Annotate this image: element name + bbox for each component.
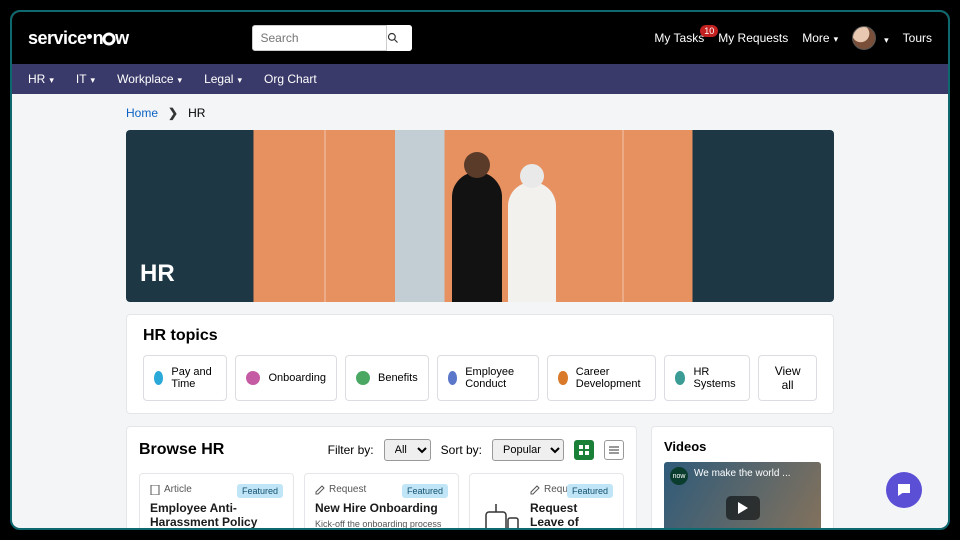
topic-hr-systems[interactable]: HR Systems: [664, 355, 750, 401]
sort-label: Sort by:: [441, 443, 482, 457]
page-title: HR: [140, 260, 175, 288]
topic-pay-and-time[interactable]: Pay and Time: [143, 355, 227, 401]
video-source-icon: now: [670, 467, 688, 485]
topic-employee-conduct[interactable]: Employee Conduct: [437, 355, 539, 401]
list-view-button[interactable]: [604, 440, 624, 460]
chevron-right-icon: ❯: [168, 106, 178, 120]
topics-heading: HR topics: [143, 327, 817, 345]
nav2-legal[interactable]: Legal: [204, 72, 242, 86]
breadcrumb-home[interactable]: Home: [126, 106, 158, 120]
card-request-leave[interactable]: Featured Request Request Leave of Absenc…: [469, 473, 624, 530]
card-title: Request Leave of Absence: [530, 501, 613, 530]
filter-label: Filter by:: [328, 443, 374, 457]
search-submit-button[interactable]: [386, 25, 412, 51]
topic-career-development[interactable]: Career Development: [547, 355, 656, 401]
top-bar: servicenw My Tasks10 My Requests More To…: [12, 12, 948, 64]
play-icon: [726, 496, 760, 520]
grid-view-button[interactable]: [574, 440, 594, 460]
my-requests-link[interactable]: My Requests: [718, 31, 788, 45]
tasks-count-badge: 10: [700, 25, 718, 37]
global-search: [252, 25, 412, 51]
health-icon: [356, 371, 370, 385]
featured-badge: Featured: [567, 484, 613, 498]
clock-icon: [154, 371, 163, 385]
list-icon: [609, 445, 619, 455]
video-title: We make the world ...: [694, 468, 791, 479]
doc-icon: [150, 485, 160, 495]
gear-icon: [675, 371, 685, 385]
nav2-orgchart[interactable]: Org Chart: [264, 72, 317, 86]
nav2-workplace[interactable]: Workplace: [117, 72, 182, 86]
grid-icon: [579, 445, 589, 455]
nav2-it[interactable]: IT: [76, 72, 95, 86]
chat-fab[interactable]: [886, 472, 922, 508]
browse-heading: Browse HR: [139, 441, 224, 459]
featured-badge: Featured: [237, 484, 283, 498]
chat-icon: [895, 481, 913, 499]
growth-icon: [558, 371, 568, 385]
luggage-icon: [480, 500, 520, 530]
topic-benefits[interactable]: Benefits: [345, 355, 429, 401]
search-icon: [387, 32, 399, 44]
more-menu[interactable]: More: [802, 31, 838, 45]
breadcrumb-current: HR: [188, 106, 205, 120]
hero-banner: HR: [126, 130, 834, 302]
card-title: Employee Anti-Harassment Policy: [150, 501, 283, 529]
hr-topics-panel: HR topics Pay and Time Onboarding Benefi…: [126, 314, 834, 414]
user-avatar[interactable]: [852, 26, 876, 50]
card-desc: Kick-off the onboarding process: [315, 519, 448, 530]
edit-icon: [315, 485, 325, 495]
top-right-nav: My Tasks10 My Requests More Tours: [654, 26, 932, 50]
edit-icon: [530, 485, 540, 495]
secondary-nav: HR IT Workplace Legal Org Chart: [12, 64, 948, 94]
brand-logo[interactable]: servicenw: [28, 28, 129, 49]
sort-select[interactable]: Popular: [492, 439, 564, 461]
person-plus-icon: [246, 371, 260, 385]
videos-panel: Videos now We make the world ...: [651, 426, 834, 530]
filter-select[interactable]: All: [384, 439, 431, 461]
tours-link[interactable]: Tours: [903, 31, 932, 45]
card-title: New Hire Onboarding: [315, 501, 448, 515]
topic-onboarding[interactable]: Onboarding: [235, 355, 337, 401]
breadcrumb: Home ❯ HR: [126, 106, 834, 120]
user-menu-caret[interactable]: [880, 31, 889, 46]
browse-panel: Browse HR Filter by: All Sort by: Popula…: [126, 426, 637, 530]
card-request-onboarding[interactable]: Featured Request New Hire Onboarding Kic…: [304, 473, 459, 530]
card-article-policy[interactable]: Featured Article Employee Anti-Harassmen…: [139, 473, 294, 530]
featured-badge: Featured: [402, 484, 448, 498]
shield-icon: [448, 371, 457, 385]
videos-heading: Videos: [664, 439, 821, 454]
my-tasks-link[interactable]: My Tasks10: [654, 31, 704, 45]
view-all-topics-button[interactable]: View all: [758, 355, 817, 401]
video-thumbnail[interactable]: now We make the world ...: [664, 462, 821, 530]
nav2-hr[interactable]: HR: [28, 72, 54, 86]
